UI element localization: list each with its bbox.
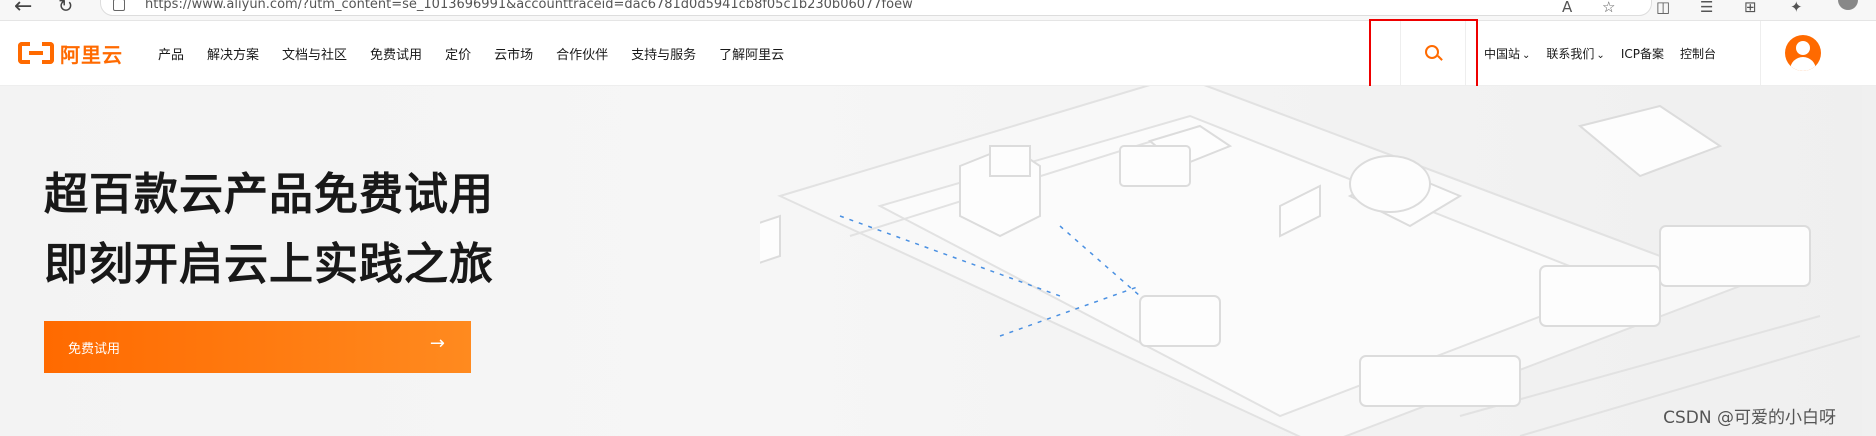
main-nav: 产品 解决方案 文档与社区 免费试用 定价 云市场 合作伙伴 支持与服务 了解阿… [158, 21, 807, 85]
hero-banner: 超百款云产品免费试用 即刻开启云上实践之旅 免费试用 → CSDN @可爱的小白… [0, 86, 1876, 436]
logo-text: 阿里云 [60, 42, 123, 67]
free-trial-button[interactable]: 免费试用 → [44, 321, 471, 373]
reload-icon[interactable]: ↻ [58, 0, 73, 17]
extensions-icon[interactable]: ✦ [1790, 0, 1803, 16]
split-screen-icon[interactable]: ◫ [1656, 0, 1670, 16]
header-divider [1760, 21, 1761, 85]
nav-item-about[interactable]: 了解阿里云 [719, 44, 784, 63]
back-arrow-icon[interactable]: ← [14, 0, 32, 19]
aliyun-logo-icon [18, 42, 54, 64]
lock-icon [113, 0, 125, 11]
region-label: 中国站 [1484, 46, 1521, 61]
browser-toolbar: ← ↻ https://www.aliyun.com/?utm_content=… [0, 0, 1876, 21]
hero-title: 超百款云产品免费试用 即刻开启云上实践之旅 [44, 160, 494, 300]
icp-link[interactable]: ICP备案 [1621, 45, 1664, 62]
address-bar[interactable]: https://www.aliyun.com/?utm_content=se_1… [100, 0, 1652, 16]
contact-menu[interactable]: 联系我们 ⌄ [1546, 45, 1604, 62]
chevron-down-icon: ⌄ [1522, 49, 1531, 61]
arrow-right-icon: → [429, 333, 445, 354]
cloud-isometric-illustration [760, 86, 1860, 436]
nav-item-support[interactable]: 支持与服务 [631, 44, 696, 63]
nav-item-solutions[interactable]: 解决方案 [207, 44, 259, 63]
favorites-list-icon[interactable]: ☰ [1700, 0, 1713, 16]
console-link[interactable]: 控制台 [1680, 45, 1716, 62]
hero-title-line1: 超百款云产品免费试用 [44, 169, 494, 220]
site-header: 阿里云 产品 解决方案 文档与社区 免费试用 定价 云市场 合作伙伴 支持与服务… [0, 19, 1876, 97]
chevron-down-icon: ⌄ [1596, 49, 1605, 61]
browser-profile-icon[interactable] [1838, 0, 1858, 10]
user-avatar-icon[interactable] [1785, 35, 1821, 71]
aliyun-logo[interactable]: 阿里云 [18, 39, 123, 67]
region-selector[interactable]: 中国站 ⌄ [1484, 45, 1530, 62]
nav-item-products[interactable]: 产品 [158, 44, 184, 63]
nav-item-pricing[interactable]: 定价 [445, 44, 471, 63]
free-trial-button-label: 免费试用 [68, 342, 121, 357]
contact-label: 联系我们 [1546, 46, 1595, 61]
page-scrollbar[interactable] [1862, 86, 1876, 436]
nav-item-marketplace[interactable]: 云市场 [494, 44, 533, 63]
favorite-star-icon[interactable]: ☆ [1602, 0, 1615, 16]
hero-title-line2: 即刻开启云上实践之旅 [44, 239, 494, 290]
nav-item-free-trial[interactable]: 免费试用 [370, 44, 422, 63]
nav-item-partners[interactable]: 合作伙伴 [556, 44, 608, 63]
read-aloud-icon[interactable]: A [1562, 0, 1572, 16]
nav-item-docs-community[interactable]: 文档与社区 [282, 44, 347, 63]
csdn-watermark: CSDN @可爱的小白呀 [1663, 408, 1836, 428]
collections-icon[interactable]: ⊞ [1744, 0, 1757, 16]
url-text[interactable]: https://www.aliyun.com/?utm_content=se_1… [145, 0, 913, 12]
header-right-menu: 中国站 ⌄ 联系我们 ⌄ ICP备案 控制台 [1484, 21, 1732, 85]
